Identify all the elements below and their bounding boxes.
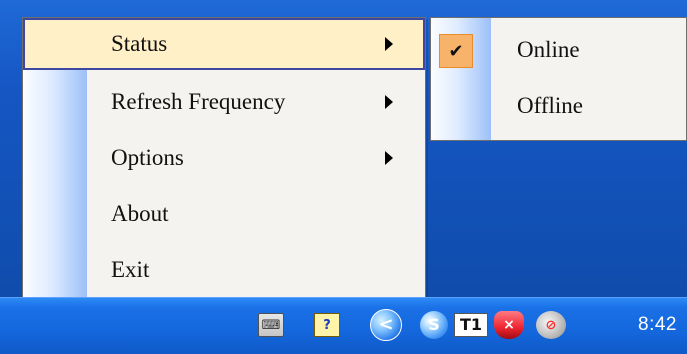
help-icon[interactable]: ? <box>314 313 340 337</box>
menu-item-about[interactable]: About <box>25 188 423 240</box>
keyboard-icon[interactable]: ⌨ <box>258 313 284 337</box>
menu-item-options[interactable]: Options <box>25 132 423 184</box>
clock[interactable]: 8:42 <box>638 314 677 336</box>
submenu-arrow-icon <box>385 95 393 109</box>
t1-icon[interactable]: T1 <box>454 313 488 337</box>
network-icon[interactable]: ⊘ <box>536 311 566 339</box>
status-submenu: ✔ Online Offline <box>430 17 687 141</box>
submenu-arrow-icon <box>385 151 393 165</box>
submenu-item-online[interactable]: ✔ Online <box>431 24 686 76</box>
notification-area: ⌨ ? < S T1 × ⊘ 8:42 <box>232 298 687 354</box>
s-icon[interactable]: S <box>420 311 448 339</box>
submenu-arrow-icon <box>385 37 393 51</box>
taskbar: ⌨ ? < S T1 × ⊘ 8:42 <box>0 297 687 354</box>
menu-item-refresh-frequency[interactable]: Refresh Frequency <box>25 76 423 128</box>
menu-item-label: Exit <box>111 257 150 282</box>
menu-item-label: Options <box>111 145 184 170</box>
menu-item-label: Refresh Frequency <box>111 89 286 114</box>
tray-context-menu: Status Refresh Frequency Options About E… <box>22 17 426 305</box>
shield-icon[interactable]: × <box>494 311 524 339</box>
submenu-item-label: Online <box>517 37 580 62</box>
menu-item-label: Status <box>111 31 168 56</box>
submenu-item-offline[interactable]: Offline <box>431 80 686 132</box>
menu-item-exit[interactable]: Exit <box>25 244 423 296</box>
checkmark-icon: ✔ <box>439 34 473 68</box>
menu-item-label: About <box>111 201 169 226</box>
chevron-left-icon[interactable]: < <box>370 309 402 341</box>
menu-item-status[interactable]: Status <box>23 18 425 70</box>
submenu-item-label: Offline <box>517 93 584 118</box>
